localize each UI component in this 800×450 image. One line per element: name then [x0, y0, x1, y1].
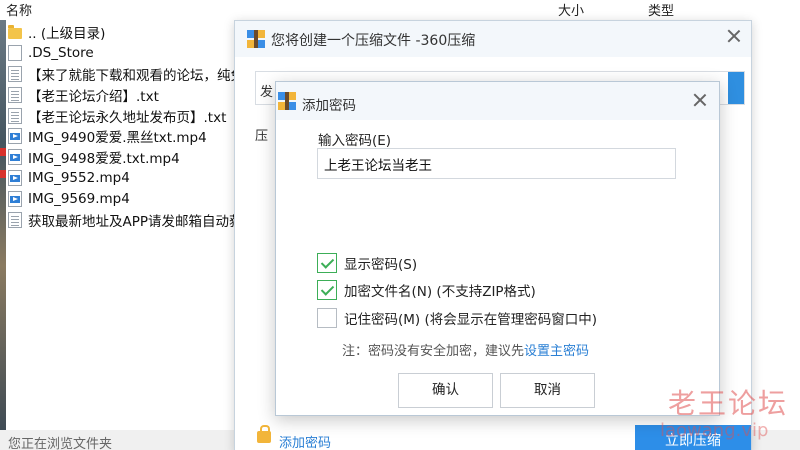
watermark-chinese: 老王论坛 [668, 387, 789, 420]
file-row[interactable]: IMG_9569.mp4 [8, 188, 248, 209]
file-name: 【老王论坛介绍】.txt [28, 88, 159, 105]
status-text: 您正在浏览文件夹 [8, 437, 113, 450]
file-row[interactable]: IMG_9490爱爱.黑丝txt.mp4 [8, 126, 248, 147]
encrypt-filenames-option[interactable]: 加密文件名(N) (不支持ZIP格式) [317, 279, 536, 301]
text-file-icon [8, 86, 22, 103]
encrypt-filenames-checkbox[interactable] [317, 280, 337, 300]
red-marker [0, 170, 6, 178]
browse-button[interactable] [728, 72, 744, 104]
column-header-row: 名称 大小 类型 [0, 0, 800, 19]
desktop-edge-strip [0, 20, 6, 430]
confirm-button[interactable]: 确认 [398, 373, 493, 408]
video-file-icon [8, 149, 22, 166]
file-name: .DS_Store [28, 45, 94, 62]
password-dialog-title: 添加密码 [302, 98, 356, 114]
dialog-title: 您将创建一个压缩文件 -360压缩 [271, 33, 476, 49]
text-file-icon [8, 107, 22, 124]
folder-icon [8, 24, 22, 39]
file-row[interactable]: 获取最新地址及APP请发邮箱自动获 [8, 209, 248, 230]
column-header-size[interactable]: 大小 [558, 0, 584, 19]
file-list: .. (上级目录) .DS_Store 【来了就能下载和观看的论坛，纯免 【老王… [8, 22, 248, 230]
file-name: 获取最新地址及APP请发邮箱自动获 [28, 213, 243, 230]
app-logo-icon [278, 92, 296, 110]
file-name: 【老王论坛永久地址发布页】.txt [28, 109, 227, 126]
file-row-parent[interactable]: .. (上级目录) [8, 22, 248, 43]
file-row[interactable]: IMG_9498爱爱.txt.mp4 [8, 147, 248, 168]
column-header-name[interactable]: 名称 [6, 0, 32, 19]
red-marker [0, 148, 6, 156]
set-master-password-link[interactable]: 设置主密码 [524, 344, 589, 359]
file-name: IMG_9498爱爱.txt.mp4 [28, 151, 180, 168]
close-icon[interactable] [693, 93, 707, 107]
video-file-icon [8, 190, 22, 207]
lock-icon [257, 425, 271, 443]
show-password-checkbox[interactable] [317, 253, 337, 273]
security-note: 注：密码没有安全加密，建议先设置主密码 [342, 340, 589, 359]
watermark-english: laowang.vip [660, 420, 769, 441]
video-file-icon [8, 169, 22, 186]
dialog-title-bar[interactable]: 您将创建一个压缩文件 -360压缩 [235, 21, 751, 57]
text-file-icon [8, 65, 22, 82]
password-dialog-title-bar[interactable]: 添加密码 [276, 82, 719, 120]
app-logo-icon [247, 30, 265, 48]
encrypt-filenames-label: 加密文件名(N) (不支持ZIP格式) [344, 284, 536, 300]
file-row[interactable]: .DS_Store [8, 43, 248, 64]
add-password-link[interactable]: 添加密码 [279, 432, 331, 450]
compression-label: 压 [255, 129, 269, 144]
add-password-dialog: 添加密码 输入密码(E) 显示密码(S) 加密文件名(N) (不支持ZIP格式)… [275, 81, 720, 416]
cancel-button[interactable]: 取消 [500, 373, 595, 408]
show-password-option[interactable]: 显示密码(S) [317, 252, 417, 274]
file-row[interactable]: 【老王论坛介绍】.txt [8, 84, 248, 105]
text-file-icon [8, 211, 22, 228]
file-row[interactable]: IMG_9552.mp4 [8, 168, 248, 189]
password-field-label: 输入密码(E) [318, 133, 392, 149]
file-name: IMG_9569.mp4 [28, 190, 130, 207]
file-row[interactable]: 【来了就能下载和观看的论坛，纯免 [8, 64, 248, 85]
remember-password-label: 记住密码(M) (将会显示在管理密码窗口中) [344, 312, 598, 328]
file-name: 【来了就能下载和观看的论坛，纯免 [28, 67, 244, 84]
note-text: 注：密码没有安全加密，建议先 [342, 344, 525, 359]
file-name: .. (上级目录) [28, 26, 106, 43]
file-name: IMG_9490爱爱.黑丝txt.mp4 [28, 130, 207, 147]
file-name: IMG_9552.mp4 [28, 169, 130, 186]
video-file-icon [8, 128, 22, 145]
password-input[interactable] [317, 148, 676, 179]
show-password-label: 显示密码(S) [344, 257, 418, 273]
path-text: 发 [260, 85, 274, 100]
remember-password-option[interactable]: 记住密码(M) (将会显示在管理密码窗口中) [317, 307, 597, 329]
close-icon[interactable] [727, 29, 741, 43]
column-header-type[interactable]: 类型 [648, 0, 674, 19]
remember-password-checkbox[interactable] [317, 308, 337, 328]
file-row[interactable]: 【老王论坛永久地址发布页】.txt [8, 105, 248, 126]
document-icon [8, 45, 22, 62]
